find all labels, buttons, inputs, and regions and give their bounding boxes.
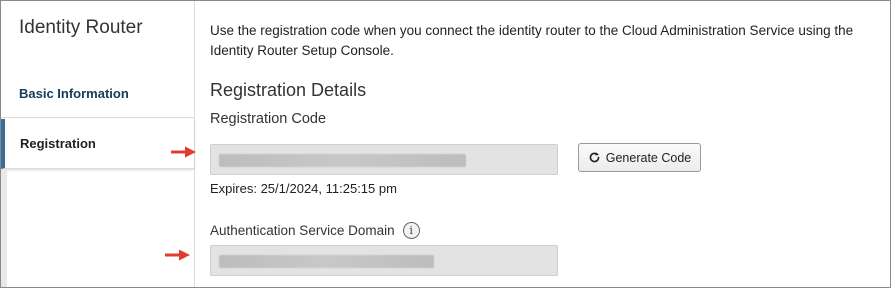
sidebar-item-basic-information[interactable]: Basic Information bbox=[1, 56, 194, 118]
app-window: Identity Router Basic Information Regist… bbox=[0, 0, 891, 288]
annotation-arrow-icon bbox=[171, 146, 196, 158]
registration-code-label: Registration Code bbox=[210, 111, 327, 127]
generate-code-label: Generate Code bbox=[605, 150, 692, 165]
auth-domain-label-row: Authentication Service Domain i bbox=[210, 222, 420, 239]
sidebar-item-registration[interactable]: Registration bbox=[1, 119, 194, 169]
annotation-arrow-icon bbox=[165, 249, 190, 261]
redacted-value bbox=[219, 255, 434, 268]
intro-text: Use the registration code when you conne… bbox=[210, 23, 854, 58]
sidebar-divider bbox=[1, 170, 7, 287]
refresh-icon bbox=[589, 152, 600, 163]
main-content: Use the registration code when you conne… bbox=[194, 1, 890, 287]
generate-code-button[interactable]: Generate Code bbox=[578, 143, 701, 172]
app-title: Identity Router bbox=[19, 17, 143, 38]
info-icon[interactable]: i bbox=[402, 222, 420, 239]
registration-code-field[interactable] bbox=[210, 144, 558, 175]
auth-domain-field[interactable] bbox=[210, 245, 558, 276]
section-title: Registration Details bbox=[210, 80, 367, 100]
expiry-text: Expires: 25/1/2024, 11:25:15 pm bbox=[210, 181, 397, 196]
redacted-value bbox=[219, 154, 466, 167]
sidebar: Identity Router Basic Information Regist… bbox=[1, 1, 195, 287]
auth-domain-label: Authentication Service Domain bbox=[210, 223, 395, 238]
